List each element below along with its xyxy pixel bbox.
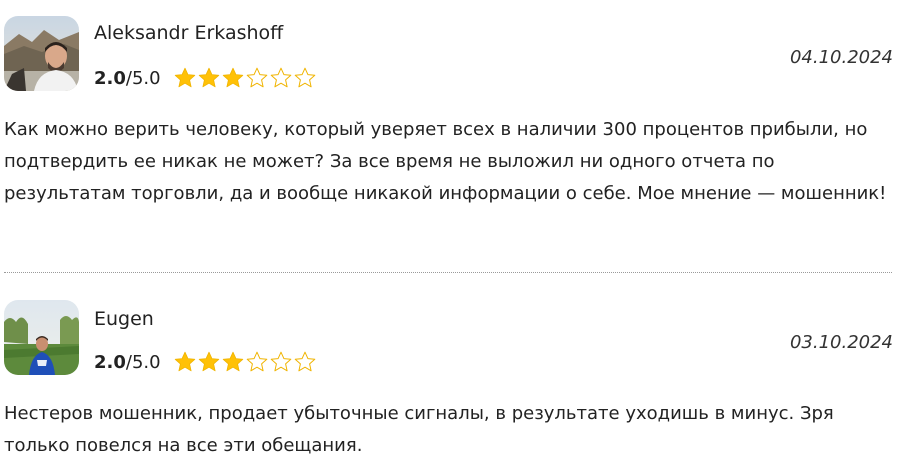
review-date: 04.10.2024: [789, 47, 893, 68]
star-filled-icon: [222, 67, 243, 88]
star-filled-icon: [174, 351, 195, 372]
avatar-photo: [4, 16, 79, 91]
rating-max: 5.0: [131, 67, 161, 89]
star-filled-icon: [222, 351, 243, 372]
rating-score: 2.0: [94, 67, 126, 89]
avatar[interactable]: [4, 300, 79, 375]
star-empty-icon: [294, 351, 315, 372]
star-filled-icon: [198, 351, 219, 372]
review-divider: [4, 272, 892, 273]
rating-score: 2.0: [94, 351, 126, 373]
star-rating: [173, 66, 317, 90]
star-empty-icon: [246, 67, 267, 88]
author-name[interactable]: Eugen: [94, 308, 154, 330]
avatar[interactable]: [4, 16, 79, 91]
star-filled-icon: [198, 67, 219, 88]
reviews-list: Aleksandr Erkashoff 2.0/5.0 04.10.2024 К…: [0, 0, 901, 465]
star-empty-icon: [294, 67, 315, 88]
rating-max: 5.0: [131, 351, 161, 373]
star-empty-icon: [270, 67, 291, 88]
star-filled-icon: [174, 67, 195, 88]
star-empty-icon: [246, 351, 267, 372]
review-text: Нестеров мошенник, продает убыточные сиг…: [4, 403, 834, 456]
review-text: Как можно верить человеку, который уверя…: [4, 119, 887, 204]
review-date: 03.10.2024: [789, 332, 893, 353]
avatar-photo: [4, 300, 79, 375]
rating: 2.0/5.0: [94, 64, 317, 92]
rating: 2.0/5.0: [94, 348, 317, 376]
star-empty-icon: [270, 351, 291, 372]
author-name[interactable]: Aleksandr Erkashoff: [94, 22, 283, 44]
star-rating: [173, 350, 317, 374]
